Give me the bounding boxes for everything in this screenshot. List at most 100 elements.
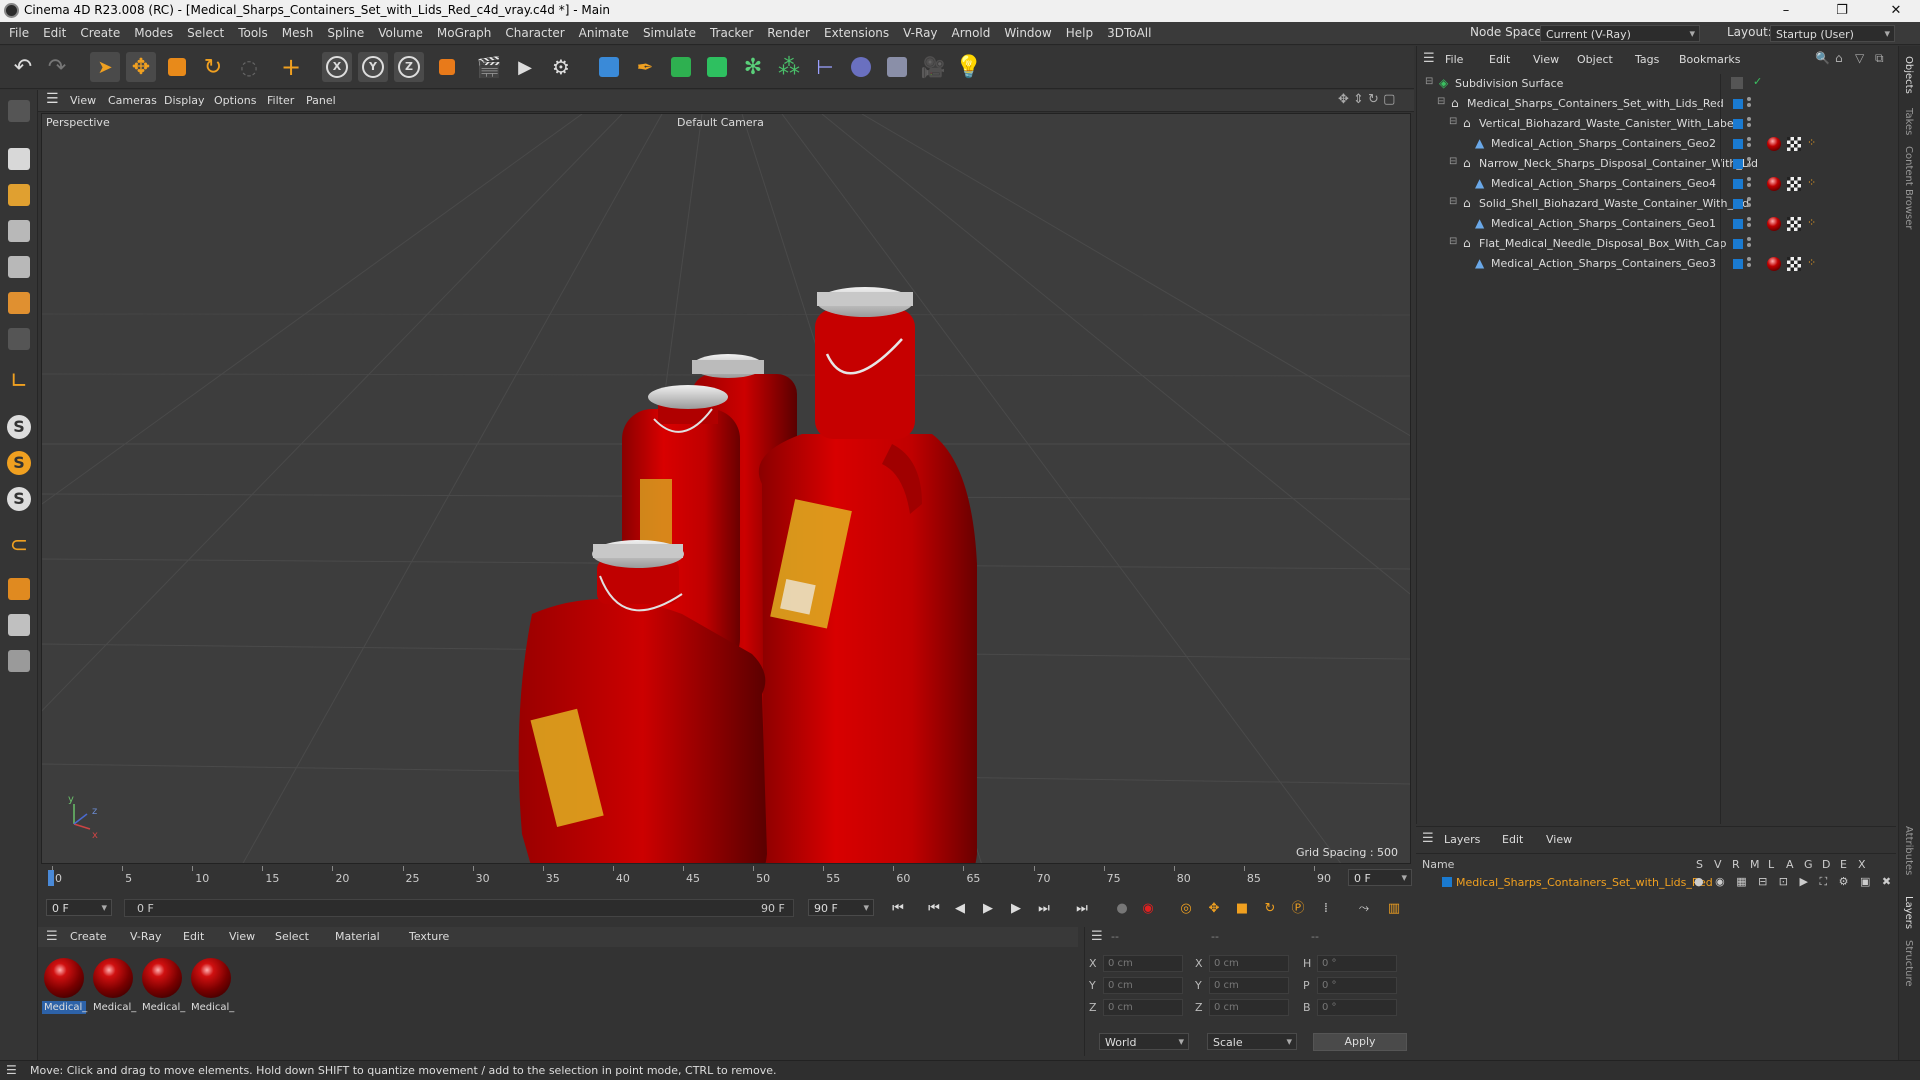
tab-content-browser[interactable]: Content Browser — [1903, 146, 1914, 229]
close-button[interactable]: ✕ — [1874, 1, 1918, 21]
status-menu-icon[interactable]: ☰ — [6, 1063, 17, 1077]
coord-value-field[interactable]: 0 ° — [1317, 955, 1397, 972]
render-settings-button[interactable]: ⚙ — [546, 52, 576, 82]
search-icon[interactable]: 🔍 — [1815, 51, 1830, 65]
render-visibility-dot[interactable] — [1747, 203, 1751, 207]
editor-visibility-dot[interactable] — [1747, 117, 1751, 121]
snap-button-3[interactable]: S — [4, 484, 34, 514]
cube-button[interactable] — [594, 52, 624, 82]
scale-tool-button[interactable] — [162, 52, 192, 82]
material-menu-select[interactable]: Select — [275, 930, 309, 943]
layer-color-chip[interactable] — [1733, 159, 1743, 169]
key-position-button[interactable]: ✥ — [1204, 899, 1224, 919]
layer-flag-icons[interactable]: ● ◉ ▦ ⊟ ⊡ ▶ ⛶ ⚙ ▣ ✖ — [1694, 875, 1895, 889]
key-rotation-button[interactable]: ↻ — [1260, 899, 1280, 919]
enabled-check-icon[interactable]: ✓ — [1753, 75, 1762, 88]
menu-extensions[interactable]: Extensions — [817, 22, 896, 44]
playhead[interactable] — [48, 870, 54, 886]
render-visibility-dot[interactable] — [1747, 123, 1751, 127]
object-name[interactable]: Medical_Action_Sharps_Containers_Geo1 — [1491, 217, 1716, 230]
floor-button[interactable] — [882, 52, 912, 82]
grid-button[interactable] — [4, 574, 34, 604]
material-menu-view[interactable]: View — [229, 930, 255, 943]
object-name[interactable]: Medical_Sharps_Containers_Set_with_Lids_… — [1467, 97, 1724, 110]
go-to-start-button[interactable]: ⏮ — [888, 899, 908, 919]
expand-toggle-icon[interactable]: ⊟ — [1449, 116, 1457, 127]
snap-button-1[interactable]: S — [4, 412, 34, 442]
solo-button[interactable] — [4, 646, 34, 676]
next-key-button[interactable]: ⏭ — [1034, 899, 1054, 919]
expand-toggle-icon[interactable]: ⊟ — [1449, 156, 1457, 167]
frame-range-slider[interactable]: 0 F 90 F — [124, 899, 794, 917]
render-visibility-dot[interactable] — [1747, 263, 1751, 267]
object-tree-row[interactable]: ▲ Medical_Action_Sharps_Containers_Geo3 ⁘ — [1417, 254, 1897, 274]
visibility-dots-icon[interactable] — [1747, 257, 1751, 269]
menu-file[interactable]: File — [2, 22, 36, 44]
apply-button[interactable]: Apply — [1313, 1033, 1407, 1051]
next-frame-button[interactable]: ▶ — [1006, 899, 1026, 919]
deformer-button[interactable]: ⁂ — [774, 52, 804, 82]
material-menu-icon[interactable]: ☰ — [46, 929, 58, 944]
object-name[interactable]: Vertical_Biohazard_Waste_Canister_With_L… — [1479, 117, 1737, 130]
object-menu-bookmarks[interactable]: Bookmarks — [1679, 53, 1740, 66]
vray-tag-icon[interactable]: ⁘ — [1807, 176, 1816, 189]
coord-value-field[interactable]: 0 ° — [1317, 977, 1397, 994]
viewport-nav-icons[interactable]: ✥ ⇕ ↻ ▢ — [1338, 92, 1395, 107]
menu-mesh[interactable]: Mesh — [275, 22, 321, 44]
axis-grid-button[interactable] — [4, 610, 34, 640]
timeline-ruler[interactable]: 0 5 10 15 20 25 30 35 40 45 50 55 60 65 70 75 80 85 90 0 F — [38, 866, 1414, 888]
texture-tag-icon[interactable] — [1787, 217, 1801, 231]
menu-help[interactable]: Help — [1059, 22, 1100, 44]
menu-v-ray[interactable]: V-Ray — [896, 22, 944, 44]
expand-toggle-icon[interactable]: ⊟ — [1449, 236, 1457, 247]
layer-row[interactable]: Medical_Sharps_Containers_Set_with_Lids_… — [1416, 873, 1896, 893]
editor-visibility-dot[interactable] — [1747, 97, 1751, 101]
menu-character[interactable]: Character — [498, 22, 571, 44]
render-visibility-dot[interactable] — [1747, 223, 1751, 227]
render-visibility-dot[interactable] — [1747, 183, 1751, 187]
visibility-dots-icon[interactable] — [1747, 177, 1751, 189]
menu-render[interactable]: Render — [760, 22, 817, 44]
key-pla-button[interactable]: ⁞ — [1316, 899, 1336, 919]
field-button[interactable]: ⊢ — [810, 52, 840, 82]
light-button[interactable]: 💡 — [954, 52, 984, 82]
coord-value-field[interactable]: 0 ° — [1317, 999, 1397, 1016]
add-object-button[interactable]: + — [276, 52, 306, 82]
timeline-layout-button[interactable]: ▥ — [1384, 899, 1404, 919]
viewport-menu-cameras[interactable]: Cameras — [108, 94, 157, 107]
polygons-mode-button[interactable] — [4, 288, 34, 318]
new-window-icon[interactable]: ⧉ — [1875, 51, 1884, 66]
extrude-button[interactable] — [702, 52, 732, 82]
points-mode-button[interactable] — [4, 216, 34, 246]
layers-menu-layers[interactable]: Layers — [1444, 833, 1480, 846]
visibility-dots-icon[interactable] — [1747, 197, 1751, 209]
object-name[interactable]: Subdivision Surface — [1455, 77, 1563, 90]
object-name[interactable]: Narrow_Neck_Sharps_Disposal_Container_Wi… — [1479, 157, 1758, 170]
editor-visibility-dot[interactable] — [1747, 137, 1751, 141]
object-menu-tags[interactable]: Tags — [1635, 53, 1659, 66]
object-name[interactable]: Medical_Action_Sharps_Containers_Geo4 — [1491, 177, 1716, 190]
menu-create[interactable]: Create — [73, 22, 127, 44]
menu-edit[interactable]: Edit — [36, 22, 73, 44]
expand-toggle-icon[interactable]: ⊟ — [1449, 196, 1457, 207]
uv-mode-button[interactable] — [4, 324, 34, 354]
texture-tag-icon[interactable] — [1787, 257, 1801, 271]
material-menu-texture[interactable]: Texture — [409, 930, 449, 943]
object-tree-row[interactable]: ◈ ⊟ Subdivision Surface ✓ — [1417, 74, 1897, 94]
viewport-camera-label[interactable]: Default Camera — [677, 116, 764, 129]
layer-color-chip[interactable] — [1733, 179, 1743, 189]
editor-visibility-dot[interactable] — [1747, 197, 1751, 201]
scene-button[interactable] — [846, 52, 876, 82]
axis-x-toggle[interactable]: X — [322, 52, 352, 82]
menu-select[interactable]: Select — [180, 22, 231, 44]
prev-key-button[interactable]: ⏮ — [924, 899, 944, 919]
render-picture-viewer-button[interactable]: ▶ — [510, 52, 540, 82]
vray-tag-icon[interactable]: ⁘ — [1807, 216, 1816, 229]
tab-structure[interactable]: Structure — [1903, 940, 1914, 987]
key-selection-button[interactable]: ◎ — [1176, 899, 1196, 919]
object-tree-row[interactable]: ⌂ ⊟ Medical_Sharps_Containers_Set_with_Lid… — [1417, 94, 1897, 114]
maximize-button[interactable]: ❐ — [1820, 1, 1864, 21]
viewport-menu-panel[interactable]: Panel — [306, 94, 336, 107]
tab-takes[interactable]: Takes — [1903, 108, 1914, 135]
object-name[interactable]: Flat_Medical_Needle_Disposal_Box_With_Ca… — [1479, 237, 1726, 250]
